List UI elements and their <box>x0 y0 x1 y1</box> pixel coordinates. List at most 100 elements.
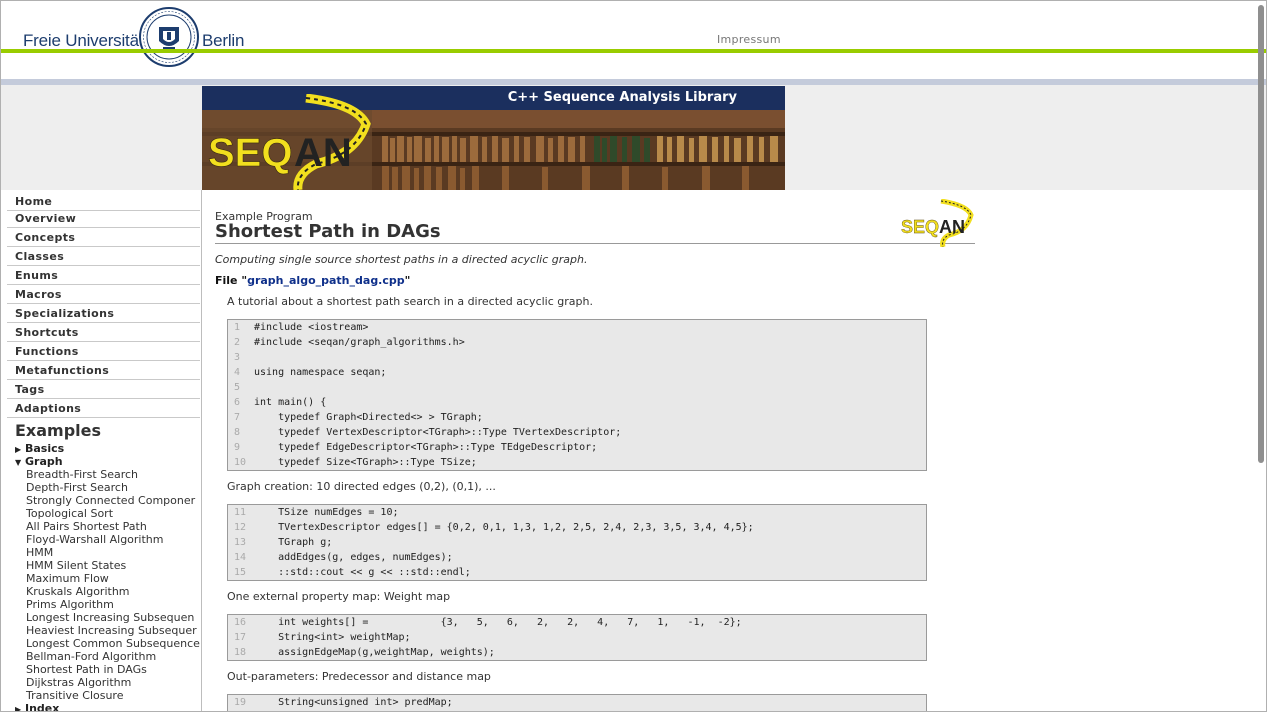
example-link[interactable]: Maximum Flow <box>26 572 109 585</box>
page-subtitle: Computing single source shortest paths i… <box>215 253 588 266</box>
example-link[interactable]: Topological Sort <box>26 507 113 520</box>
code-text: TVertexDescriptor edges[] = {0,2, 0,1, 1… <box>254 522 754 533</box>
line-number: 5 <box>234 382 241 393</box>
nav-item-metafunctions[interactable]: Metafunctions <box>7 361 200 380</box>
line-number: 15 <box>234 567 247 578</box>
category-label: Basics <box>25 442 65 455</box>
code-line: 13 TGraph g; <box>228 535 926 550</box>
example-link[interactable]: Floyd-Warshall Algorithm <box>26 533 164 546</box>
code-line: 11 TSize numEdges = 10; <box>228 505 926 520</box>
nav-item-label: Shortcuts <box>15 326 79 339</box>
line-number: 14 <box>234 552 247 563</box>
nav-item-specializations[interactable]: Specializations <box>7 304 200 323</box>
nav-item-enums[interactable]: Enums <box>7 266 200 285</box>
line-number: 9 <box>234 442 241 453</box>
line-number: 10 <box>234 457 247 468</box>
university-header: Freie Universität Berlin Impressum <box>1 1 1266 67</box>
code-text: typedef Graph<Directed<> > TGraph; <box>254 412 483 423</box>
seqan-banner: C++ Sequence Analysis Library SEQ AN <box>202 86 785 190</box>
nav-item-classes[interactable]: Classes <box>7 247 200 266</box>
line-number: 11 <box>234 507 247 518</box>
code-text: String<unsigned int> predMap; <box>254 697 453 708</box>
code-block: 1 #include <iostream> 2 #include <seqan/gr… <box>227 319 927 471</box>
code-line: 8 typedef VertexDescriptor<TGraph>::Type… <box>228 425 926 440</box>
source-file-link[interactable]: graph_algo_path_dag.cpp <box>247 274 405 287</box>
university-wordmark-right[interactable]: Berlin <box>202 31 244 51</box>
code-line: 1 #include <iostream> <box>228 320 926 335</box>
category-graph[interactable]: ▼ Graph <box>15 455 63 468</box>
example-link[interactable]: HMM <box>26 546 53 559</box>
nav-item-tags[interactable]: Tags <box>7 380 200 399</box>
university-wordmark-left[interactable]: Freie Universität <box>23 31 144 51</box>
category-label: Index <box>25 702 60 712</box>
triangle-right-icon: ▶ <box>15 445 22 454</box>
example-link[interactable]: Bellman-Ford Algorithm <box>26 650 156 663</box>
line-number: 1 <box>234 322 241 333</box>
code-line: 7 typedef Graph<Directed<> > TGraph; <box>228 410 926 425</box>
code-block: 11 TSize numEdges = 10; 12 TVertexDescri… <box>227 504 927 581</box>
nav-item-label: Specializations <box>15 307 115 320</box>
seqan-logo-icon[interactable]: SEQ AN <box>206 94 376 190</box>
nav-item-functions[interactable]: Functions <box>7 342 200 361</box>
line-number: 4 <box>234 367 241 378</box>
line-number: 19 <box>234 697 247 708</box>
example-link[interactable]: HMM Silent States <box>26 559 126 572</box>
nav-item-concepts[interactable]: Concepts <box>7 228 200 247</box>
vertical-scrollbar[interactable] <box>1258 5 1264 463</box>
nav-item-label: Home <box>15 195 53 208</box>
code-line: 10 typedef Size<TGraph>::Type TSize; <box>228 455 926 470</box>
triangle-right-icon: ▶ <box>15 705 22 712</box>
example-link[interactable]: Depth-First Search <box>26 481 128 494</box>
nav-item-label: Metafunctions <box>15 364 110 377</box>
nav-item-shortcuts[interactable]: Shortcuts <box>7 323 200 342</box>
example-link[interactable]: Heaviest Increasing Subsequer <box>26 624 197 637</box>
code-text: #include <iostream> <box>254 322 369 333</box>
example-link[interactable]: All Pairs Shortest Path <box>26 520 147 533</box>
example-link-current[interactable]: Shortest Path in DAGs <box>26 663 147 676</box>
code-text: using namespace seqan; <box>254 367 387 378</box>
example-link[interactable]: Transitive Closure <box>26 689 124 702</box>
example-link[interactable]: Kruskals Algorithm <box>26 585 130 598</box>
code-text: String<int> weightMap; <box>254 632 411 643</box>
nav-item-adaptions[interactable]: Adaptions <box>7 399 200 418</box>
code-line: 12 TVertexDescriptor edges[] = {0,2, 0,1… <box>228 520 926 535</box>
nav-item-label: Classes <box>15 250 65 263</box>
category-basics[interactable]: ▶ Basics <box>15 442 64 455</box>
browser-page: Freie Universität Berlin Impressum C++ S… <box>0 0 1267 712</box>
intro-text: A tutorial about a shortest path search … <box>227 295 593 308</box>
code-text: typedef Size<TGraph>::Type TSize; <box>254 457 477 468</box>
title-divider <box>215 243 975 244</box>
nav-item-label: Macros <box>15 288 62 301</box>
code-line: 18 assignEdgeMap(g,weightMap, weights); <box>228 645 926 660</box>
code-block: 19 String<unsigned int> predMap; <box>227 694 927 711</box>
example-link[interactable]: Longest Increasing Subsequen <box>26 611 194 624</box>
page-title: Shortest Path in DAGs <box>215 221 441 242</box>
category-index[interactable]: ▶ Index <box>15 702 60 712</box>
nav-item-label: Functions <box>15 345 79 358</box>
svg-text:AN: AN <box>939 217 965 237</box>
line-number: 3 <box>234 352 241 363</box>
nav-item-label: Concepts <box>15 231 76 244</box>
svg-text:SEQ: SEQ <box>901 217 939 237</box>
line-number: 2 <box>234 337 241 348</box>
example-link[interactable]: Strongly Connected Componer <box>26 494 195 507</box>
line-number: 12 <box>234 522 247 533</box>
example-link[interactable]: Longest Common Subsequence <box>26 637 200 650</box>
example-link[interactable]: Breadth-First Search <box>26 468 138 481</box>
code-block: 16 int weights[] = {3, 5, 6, 2, 2, 4, 7,… <box>227 614 927 661</box>
university-seal-icon[interactable] <box>139 7 199 67</box>
code-text: typedef VertexDescriptor<TGraph>::Type T… <box>254 427 622 438</box>
nav-item-label: Adaptions <box>15 402 82 415</box>
code-line: 2 #include <seqan/graph_algorithms.h> <box>228 335 926 350</box>
example-link[interactable]: Dijkstras Algorithm <box>26 676 131 689</box>
example-link[interactable]: Prims Algorithm <box>26 598 114 611</box>
line-number: 17 <box>234 632 247 643</box>
nav-item-overview[interactable]: Overview <box>7 209 200 228</box>
line-number: 13 <box>234 537 247 548</box>
code-line: 6 int main() { <box>228 395 926 410</box>
nav-item-macros[interactable]: Macros <box>7 285 200 304</box>
impressum-link[interactable]: Impressum <box>717 33 781 46</box>
code-text: int main() { <box>254 397 327 408</box>
code-line: 15 ::std::cout << g << ::std::endl; <box>228 565 926 580</box>
code-text: addEdges(g, edges, numEdges); <box>254 552 453 563</box>
